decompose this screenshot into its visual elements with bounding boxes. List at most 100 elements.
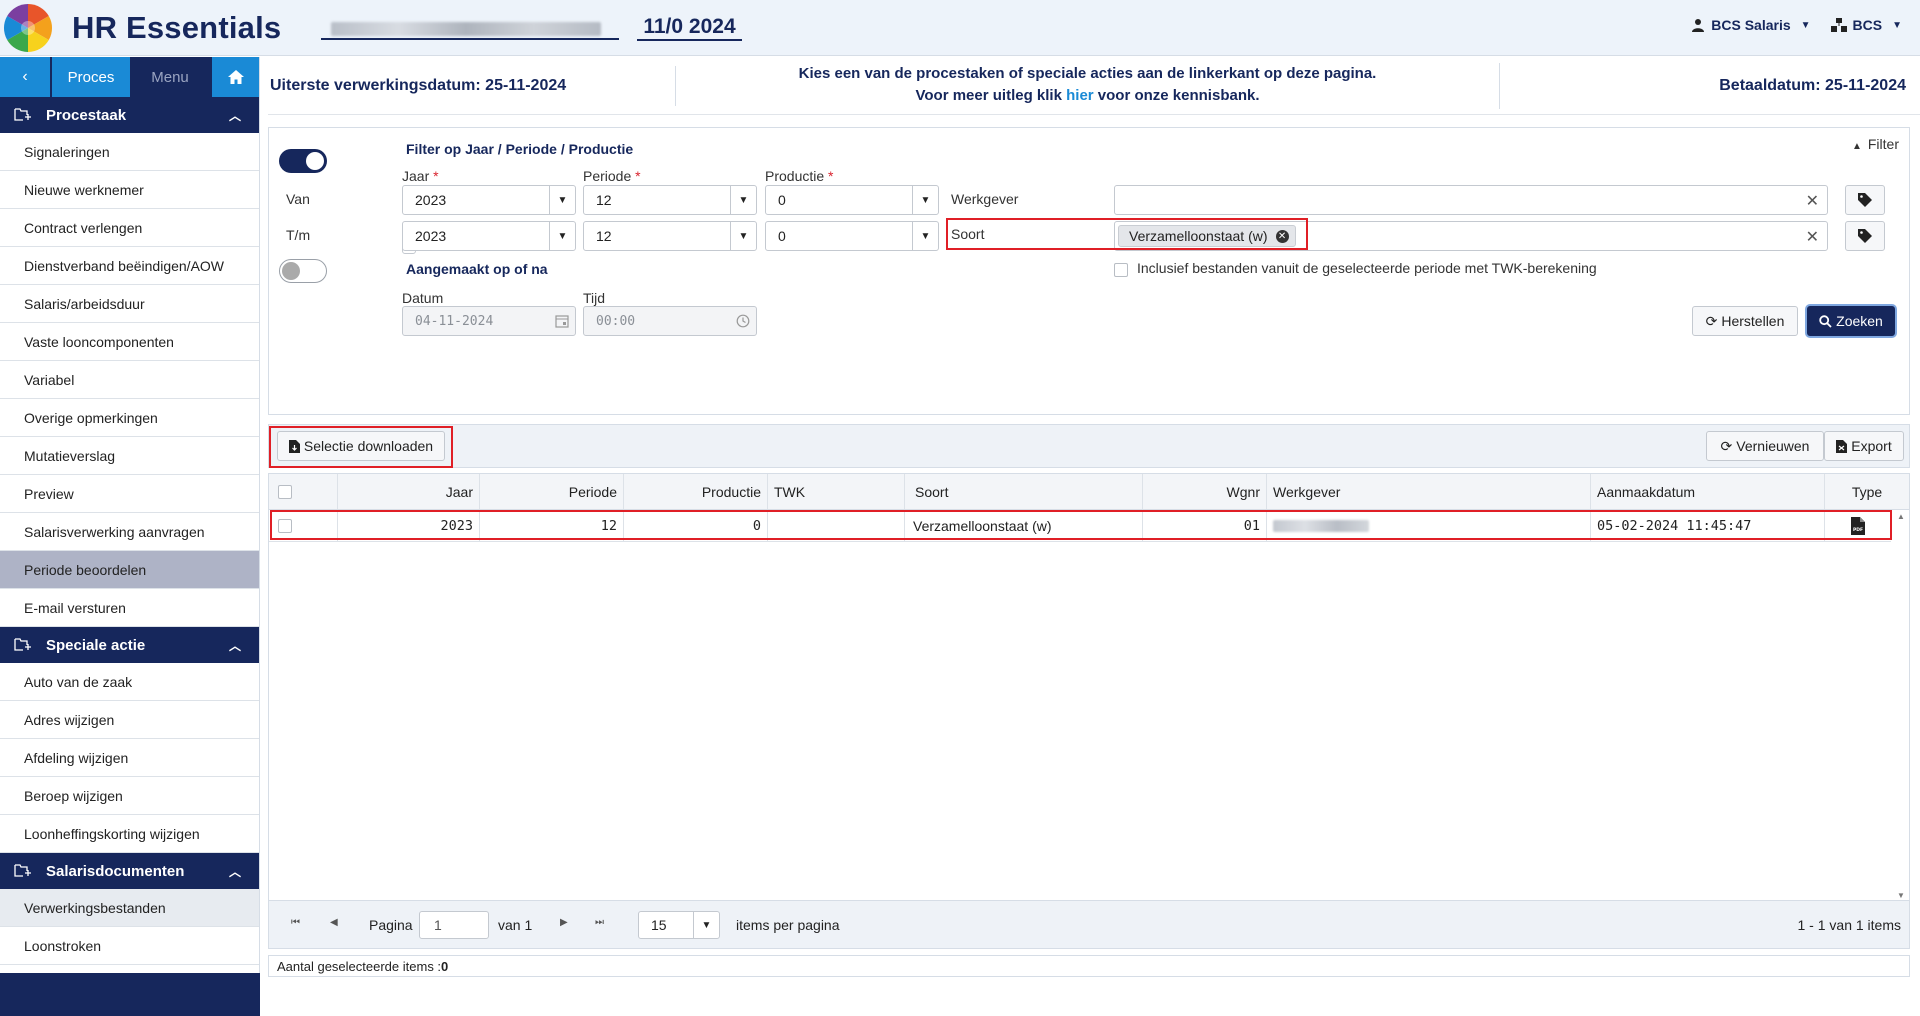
user-menu[interactable]: BCS Salaris ▼ [1691, 17, 1811, 33]
sidebar-item-adres-wijzigen[interactable]: Adres wijzigen [0, 701, 259, 739]
section-salarisdocumenten[interactable]: Salarisdocumenten ︿ [0, 853, 259, 889]
clock-icon[interactable] [736, 314, 750, 328]
back-button[interactable]: ‹ [0, 57, 50, 97]
tm-jaar-select[interactable]: 2023 ▼ [402, 221, 576, 251]
page-input[interactable]: 1 [419, 911, 489, 939]
col-productie[interactable]: Productie [623, 474, 767, 509]
datum-label: Datum [402, 290, 444, 306]
col-aanmaakdatum[interactable]: Aanmaakdatum [1590, 474, 1824, 509]
van-jaar-select[interactable]: 2023 ▼ [402, 185, 576, 215]
pagina-label: Pagina [369, 917, 413, 933]
clear-icon[interactable]: ✕ [1806, 227, 1819, 247]
col-periode[interactable]: Periode [479, 474, 623, 509]
page-input-value: 1 [434, 917, 442, 933]
company-name-redacted [331, 21, 602, 36]
required-mark: * [635, 168, 641, 184]
van-periode-select[interactable]: 12 ▼ [583, 185, 757, 215]
sidebar-item-contract-verlengen[interactable]: Contract verlengen [0, 209, 259, 247]
period-filter-switch[interactable] [279, 149, 327, 173]
org-menu-label: BCS [1852, 17, 1883, 33]
sidebar-item-overige-opmerkingen[interactable]: Overige opmerkingen [0, 399, 259, 437]
twk-checkbox[interactable] [1114, 263, 1128, 277]
col-werkgever[interactable]: Werkgever [1266, 474, 1590, 509]
sidebar-item-periode-beoordelen[interactable]: Periode beoordelen [0, 551, 259, 589]
caret-up-icon: ▲ [1851, 141, 1862, 152]
export-button[interactable]: Export [1824, 431, 1904, 461]
tab-proces[interactable]: Proces [50, 57, 130, 97]
sidebar-item-preview[interactable]: Preview [0, 475, 259, 513]
van-productie-value: 0 [778, 192, 786, 208]
knowledge-base-link[interactable]: hier [1066, 87, 1094, 104]
period-selector[interactable]: 11/0 2024 [637, 15, 742, 41]
col-type[interactable]: Type [1824, 474, 1909, 509]
col-soort[interactable]: Soort [904, 474, 1142, 509]
select-all-checkbox[interactable] [278, 484, 292, 499]
werkgever-multiselect[interactable]: ✕ [1114, 185, 1828, 215]
sidebar-item-afdeling-wijzigen[interactable]: Afdeling wijzigen [0, 739, 259, 777]
first-page-icon[interactable]: ⏮ [291, 917, 300, 928]
caret-down-icon: ▼ [730, 222, 756, 250]
chevron-up-icon[interactable]: ︿ [229, 107, 241, 124]
filter-toggle-button[interactable]: ▲ Filter [1852, 136, 1899, 152]
page-size-value: 15 [651, 917, 667, 933]
sidebar-item-dienstverband-beeindigen-aow[interactable]: Dienstverband beëindigen/AOW [0, 247, 259, 285]
sidebar-item-vaste-looncomponenten[interactable]: Vaste looncomponenten [0, 323, 259, 361]
search-button-label: Zoeken [1836, 313, 1883, 329]
section-procestaak[interactable]: Procestaak ︿ [0, 97, 259, 133]
grid-scrollbar[interactable]: ▲ ▼ [1893, 510, 1909, 900]
page-size-select[interactable]: 15 ▼ [638, 911, 720, 939]
sidebar-item-beroep-wijzigen[interactable]: Beroep wijzigen [0, 777, 259, 815]
col-wgnr[interactable]: Wgnr [1142, 474, 1266, 509]
company-selector[interactable] [321, 18, 620, 40]
tm-jaar-value: 2023 [415, 228, 447, 244]
datum-input[interactable]: 04-11-2024 [402, 306, 576, 336]
home-button[interactable] [210, 57, 259, 97]
sidebar-item-signaleringen[interactable]: Signaleringen [0, 133, 259, 171]
next-page-icon[interactable]: ▶ [560, 917, 568, 928]
scroll-up-icon[interactable]: ▲ [1897, 512, 1905, 521]
info-line-2: Voor meer uitleg klik hier voor onze ken… [676, 85, 1499, 107]
reset-button[interactable]: ⟳ Herstellen [1692, 306, 1798, 336]
van-productie-select[interactable]: 0 ▼ [765, 185, 939, 215]
scroll-down-icon[interactable]: ▼ [1897, 891, 1905, 900]
col-twk[interactable]: TWK [767, 474, 904, 509]
tab-menu[interactable]: Menu [130, 57, 210, 97]
refresh-icon: ⟳ [1720, 437, 1733, 454]
soort-tag-button[interactable] [1845, 221, 1885, 251]
sidebar-item-e-mail-versturen[interactable]: E-mail versturen [0, 589, 259, 627]
created-filter-switch[interactable] [279, 259, 327, 283]
sidebar-item-loonheffingskorting-wijzigen[interactable]: Loonheffingskorting wijzigen [0, 815, 259, 853]
search-button[interactable]: Zoeken [1807, 306, 1895, 336]
tm-productie-select[interactable]: 0 ▼ [765, 221, 939, 251]
chevron-up-icon[interactable]: ︿ [229, 863, 241, 880]
caret-down-icon: ▼ [549, 186, 575, 214]
tijd-input[interactable]: 00:00 [583, 306, 757, 336]
sidebar-item-salarisverwerking-aanvragen[interactable]: Salarisverwerking aanvragen [0, 513, 259, 551]
calendar-icon[interactable] [555, 314, 569, 328]
org-icon [1830, 18, 1847, 32]
last-page-icon[interactable]: ⏭ [595, 917, 604, 928]
clear-icon[interactable]: ✕ [1806, 191, 1819, 211]
chevron-up-icon[interactable]: ︿ [229, 637, 241, 654]
refresh-button[interactable]: ⟳ Vernieuwen [1706, 431, 1824, 461]
org-menu[interactable]: BCS ▼ [1830, 17, 1902, 33]
werkgever-tag-button[interactable] [1845, 185, 1885, 215]
export-file-icon [1836, 439, 1848, 453]
sidebar-item-nieuwe-werknemer[interactable]: Nieuwe werknemer [0, 171, 259, 209]
tm-periode-select[interactable]: 12 ▼ [583, 221, 757, 251]
col-jaar[interactable]: Jaar [337, 474, 479, 509]
prev-page-icon[interactable]: ◀ [330, 917, 338, 928]
sidebar-item-auto-van-de-zaak[interactable]: Auto van de zaak [0, 663, 259, 701]
van-jaar-value: 2023 [415, 192, 447, 208]
export-button-label: Export [1851, 438, 1892, 454]
sidebar-item-salaris-arbeidsduur[interactable]: Salaris/arbeidsduur [0, 285, 259, 323]
sidebar-item-verwerkingsbestanden[interactable]: Verwerkingsbestanden [0, 889, 259, 927]
tijd-value: 00:00 [596, 313, 636, 329]
app-title: HR Essentials [72, 9, 282, 45]
deadline-date: Uiterste verwerkingsdatum: 25-11-2024 [268, 65, 676, 106]
sidebar-item-loonstroken[interactable]: Loonstroken [0, 927, 259, 965]
sidebar-item-mutatieverslag[interactable]: Mutatieverslag [0, 437, 259, 475]
sidebar-item-variabel[interactable]: Variabel [0, 361, 259, 399]
section-speciale-actie[interactable]: Speciale actie ︿ [0, 627, 259, 663]
selection-status: Aantal geselecteerde items : 0 [268, 955, 1910, 977]
